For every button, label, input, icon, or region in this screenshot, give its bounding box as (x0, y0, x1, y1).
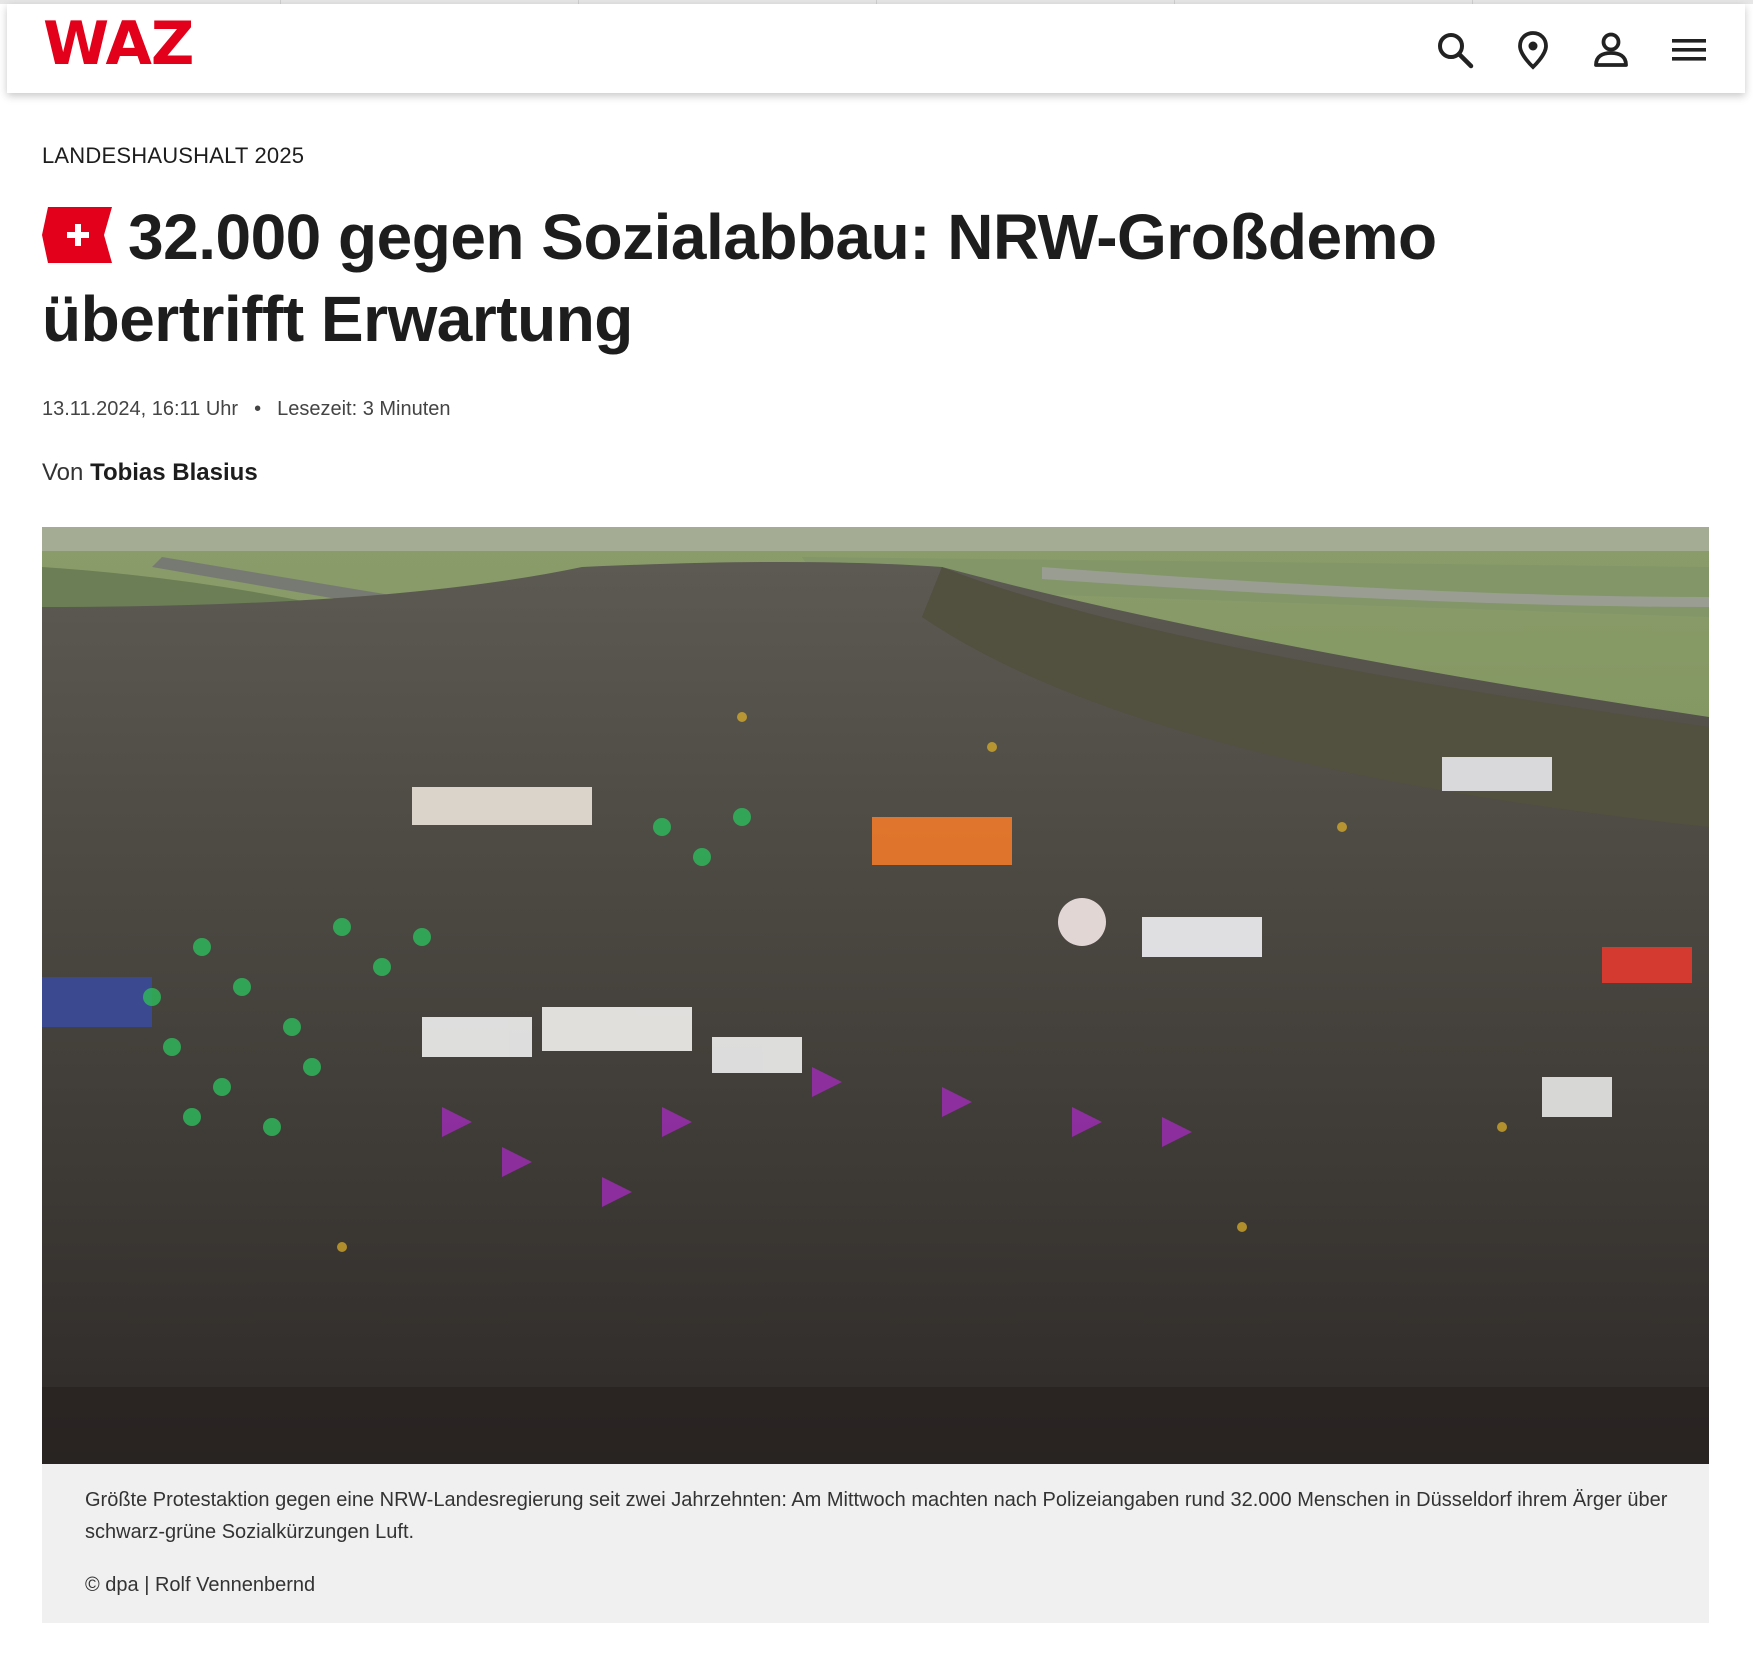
plus-badge-icon (42, 207, 112, 264)
search-icon[interactable] (1435, 30, 1475, 70)
article-headline: 32.000 gegen Sozialabbau: NRW-Großdemo ü… (42, 196, 1702, 360)
photo-credit: © dpa | Rolf Vennenbernd (85, 1574, 316, 1596)
demo-crowd-photo (42, 527, 1709, 1464)
meta-separator: • (254, 398, 262, 420)
user-icon[interactable] (1591, 30, 1631, 70)
byline: Von Tobias Blasius (42, 459, 258, 487)
reading-time: Lesezeit: 3 Minuten (277, 398, 451, 420)
author-link[interactable]: Tobias Blasius (90, 459, 258, 486)
location-pin-icon[interactable] (1513, 30, 1553, 70)
headline-text: 32.000 gegen Sozialabbau: NRW-Großdemo ü… (42, 201, 1437, 355)
site-header: WAZ (7, 4, 1745, 93)
article-meta: 13.11.2024, 16:11 Uhr • Lesezeit: 3 Minute… (42, 398, 451, 421)
photo-caption-box: Größte Protestaktion gegen eine NRW-Land… (42, 1464, 1709, 1623)
byline-prefix: Von (42, 459, 84, 486)
photo-caption: Größte Protestaktion gegen eine NRW-Land… (85, 1489, 1668, 1543)
publish-date: 13.11.2024, 16:11 Uhr (42, 398, 239, 420)
article-kicker[interactable]: LANDESHAUSHALT 2025 (42, 143, 304, 169)
article-photo[interactable] (42, 527, 1709, 1464)
site-logo[interactable]: WAZ (43, 14, 194, 74)
menu-icon[interactable] (1669, 30, 1709, 70)
